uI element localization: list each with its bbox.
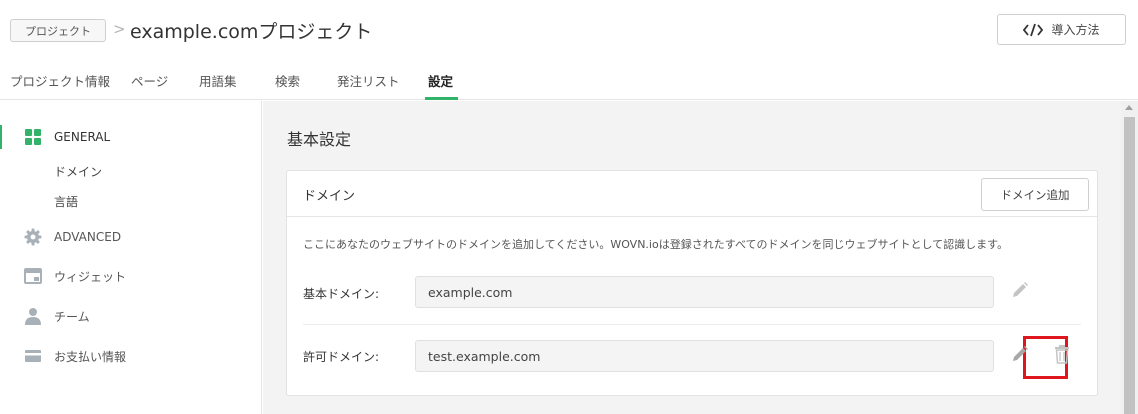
delete-allowed-domain-button[interactable] [1051,345,1073,367]
sidebar-item-label: ウィジェット [54,269,127,284]
page-title: example.comプロジェクト [130,21,373,43]
person-icon [24,307,42,325]
domain-card-title: ドメイン [303,189,356,204]
primary-domain-label: 基本ドメイン: [303,287,380,301]
vertical-scrollbar[interactable] [1121,101,1138,414]
breadcrumb-separator: > [113,20,126,38]
allowed-domain-value: test.example.com [428,348,541,364]
allowed-domain-field[interactable]: test.example.com [415,340,994,372]
sidebar-subitem-domain[interactable]: ドメイン [54,163,102,180]
sidebar-item-label: チーム [54,309,90,324]
tab-settings[interactable]: 設定 [428,71,453,90]
gear-icon [24,228,42,246]
grid-icon [24,128,42,146]
domain-card: ドメイン ドメイン追加 ここにあなたのウェブサイトのドメインを追加してください。… [286,170,1098,396]
sidebar-item-label: ADVANCED [54,230,122,244]
settings-main: 基本設定 ドメイン ドメイン追加 ここにあなたのウェブサイトのドメインを追加して… [263,101,1121,414]
install-guide-label: 導入方法 [1051,23,1100,37]
edit-primary-domain-button[interactable] [1009,281,1031,303]
widget-icon [24,267,42,285]
sidebar-subitem-language[interactable]: 言語 [54,193,78,210]
install-guide-button[interactable]: 導入方法 [997,14,1126,45]
tab-pages[interactable]: ページ [131,71,168,90]
add-domain-label: ドメイン追加 [1000,187,1070,202]
allowed-domain-label: 許可ドメイン: [303,350,380,364]
scroll-up-arrow-icon[interactable] [1125,105,1133,110]
section-title: 基本設定 [287,130,352,149]
code-icon [1023,23,1044,37]
sidebar-item-label: お支払い情報 [54,349,127,364]
breadcrumb-project-label: プロジェクト [25,24,91,38]
settings-sidebar: GENERAL ドメイン 言語 ADVANCED ウィジェット チーム お支払い… [0,101,262,414]
trash-icon [1053,344,1071,368]
sidebar-item-advanced[interactable]: ADVANCED [24,228,121,246]
sidebar-item-label: GENERAL [54,130,111,144]
sidebar-item-general[interactable]: GENERAL [24,128,110,146]
primary-domain-value: example.com [428,284,513,300]
primary-domain-field[interactable]: example.com [415,276,994,308]
active-tab-indicator [425,97,458,100]
pencil-icon [1011,345,1029,367]
sidebar-item-widget[interactable]: ウィジェット [24,267,126,285]
scrollbar-thumb[interactable] [1124,117,1135,414]
breadcrumb-project-button[interactable]: プロジェクト [10,19,106,42]
tab-search[interactable]: 検索 [275,71,300,90]
top-header: プロジェクト > example.comプロジェクト 導入方法 プロジェクト情報… [0,0,1138,100]
domain-description: ここにあなたのウェブサイトのドメインを追加してください。WOVN.ioは登録され… [303,238,1009,251]
sidebar-item-team[interactable]: チーム [24,307,90,325]
pencil-icon [1011,281,1029,303]
active-section-indicator [0,125,2,149]
sidebar-item-billing[interactable]: お支払い情報 [24,347,126,365]
tab-glossary[interactable]: 用語集 [199,71,237,90]
add-domain-button[interactable]: ドメイン追加 [981,178,1089,211]
edit-allowed-domain-button[interactable] [1009,345,1031,367]
domain-card-header: ドメイン ドメイン追加 [287,171,1097,217]
tab-order-list[interactable]: 発注リスト [337,71,400,90]
row-divider [303,324,1081,325]
tab-project-info[interactable]: プロジェクト情報 [10,71,110,90]
card-icon [24,347,42,365]
